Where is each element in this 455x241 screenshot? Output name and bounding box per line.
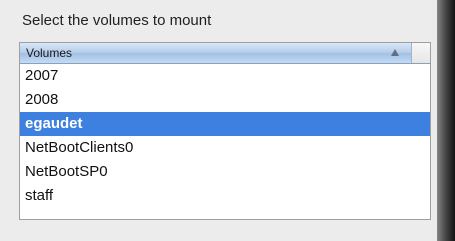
volume-row[interactable]: egaudet <box>20 112 430 136</box>
volumes-list-header: Volumes <box>20 43 430 64</box>
volume-row[interactable]: 2007 <box>20 64 430 88</box>
volume-row[interactable]: NetBootClients0 <box>20 136 430 160</box>
volumes-rows: 2007 2008 egaudet NetBootClients0 NetBoo… <box>20 64 430 208</box>
sort-ascending-icon <box>391 49 399 56</box>
dialog-title: Select the volumes to mount <box>22 12 212 29</box>
volume-row[interactable]: staff <box>20 184 430 208</box>
volumes-column-header-label: Volumes <box>26 46 73 60</box>
header-filler <box>412 43 430 63</box>
volume-row[interactable]: NetBootSP0 <box>20 160 430 184</box>
mount-volumes-panel: Select the volumes to mount Volumes 2007… <box>0 0 437 241</box>
volumes-column-header[interactable]: Volumes <box>20 43 412 63</box>
volumes-list[interactable]: Volumes 2007 2008 egaudet NetBootClients… <box>19 42 431 220</box>
volume-row[interactable]: 2008 <box>20 88 430 112</box>
